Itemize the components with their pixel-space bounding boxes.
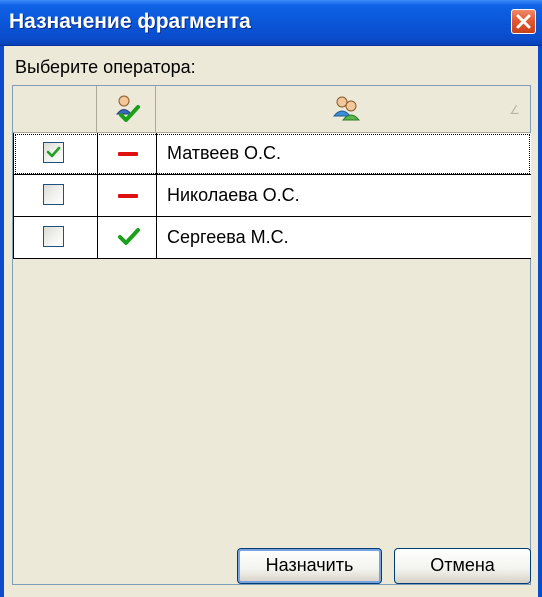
operator-checkbox[interactable]	[43, 226, 64, 247]
minus-icon	[118, 152, 138, 156]
operator-name: Матвеев О.С.	[167, 143, 282, 163]
operator-checkbox[interactable]	[43, 184, 64, 205]
operator-rows: Матвеев О.С. Николаева О.С. Сергеева М.С…	[13, 133, 531, 259]
operator-grid[interactable]: ∠ Матвеев О.С. Николаева О.С. Сергеева М…	[12, 85, 531, 585]
user-check-icon	[115, 95, 140, 122]
assign-button[interactable]: Назначить	[237, 548, 382, 584]
table-row[interactable]: Сергеева М.С.	[14, 217, 531, 259]
row-status-cell	[98, 217, 157, 258]
close-icon	[516, 14, 531, 29]
sort-indicator-icon: ∠	[509, 103, 520, 117]
window-frame-left	[0, 46, 4, 597]
header-name-column[interactable]: ∠	[156, 86, 530, 132]
row-check-cell[interactable]	[14, 175, 98, 216]
row-name-cell: Николаева О.С.	[157, 175, 531, 216]
operator-prompt-label: Выберите оператора:	[15, 57, 196, 77]
row-status-cell	[98, 175, 157, 216]
window-frame-right	[538, 46, 542, 597]
window-title: Назначение фрагмента	[9, 10, 251, 33]
operator-name: Сергеева М.С.	[167, 227, 289, 247]
header-check-column[interactable]	[13, 86, 97, 132]
check-icon	[118, 228, 140, 245]
cancel-button[interactable]: Отмена	[394, 548, 531, 584]
minus-icon	[118, 194, 138, 198]
row-status-cell	[98, 133, 157, 174]
users-icon	[332, 96, 361, 121]
operator-name: Николаева О.С.	[167, 185, 300, 205]
row-check-cell[interactable]	[14, 217, 98, 258]
row-check-cell[interactable]	[14, 133, 98, 174]
assign-fragment-dialog: Назначение фрагмента Выберите оператора:	[0, 0, 542, 597]
title-bar[interactable]: Назначение фрагмента	[0, 0, 542, 46]
table-row[interactable]: Матвеев О.С.	[14, 133, 531, 175]
checkmark-icon	[46, 146, 61, 158]
table-row[interactable]: Николаева О.С.	[14, 175, 531, 217]
operator-checkbox[interactable]	[43, 142, 64, 163]
grid-header: ∠	[13, 86, 530, 133]
row-name-cell: Сергеева М.С.	[157, 217, 531, 258]
close-button[interactable]	[511, 9, 536, 34]
row-name-cell: Матвеев О.С.	[157, 133, 531, 174]
header-status-column[interactable]	[97, 86, 156, 132]
